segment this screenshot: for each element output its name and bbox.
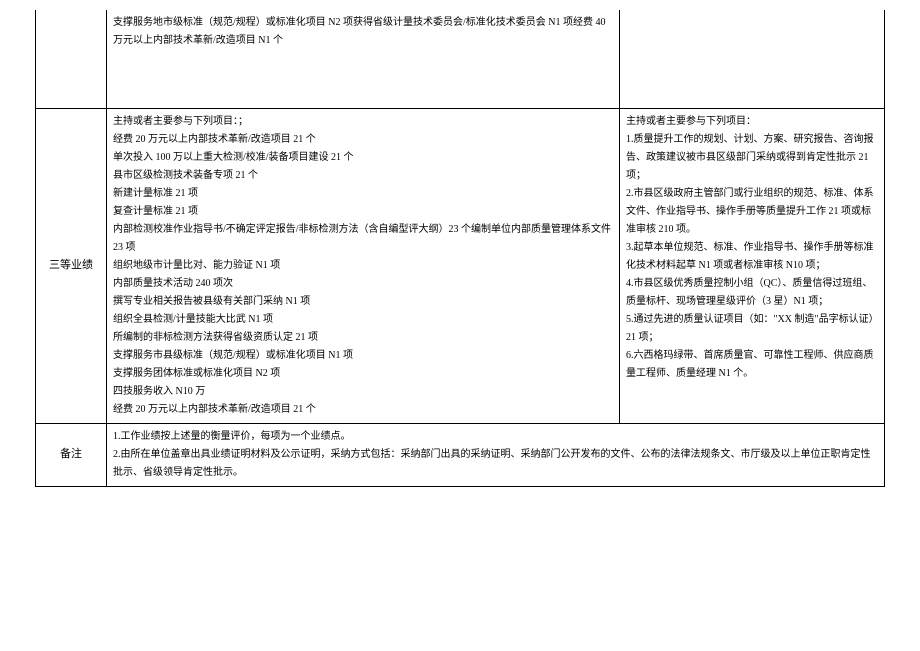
right-line-1: 1.质量提升工作的规划、计划、方案、研究报告、咨询报告、政策建议被市县区级部门采… [626, 131, 878, 185]
row-remarks: 备注 1.工作业绩按上述量的衡量评价，每项为一个业绩点。 2.由所在单位盖章出具… [36, 424, 885, 487]
mid-line-7: 组织地级市计量比对、能力验证 N1 项 [113, 257, 613, 275]
remarks-line-0: 1.工作业绩按上述量的衡量评价，每项为一个业绩点。 [113, 428, 878, 446]
row-top-mid-cell: 支撑服务地市级标准（规范/规程）或标准化项目 N2 项获得省级计量技术委员会/标… [107, 10, 620, 109]
right-line-6: 6.六西格玛绿带、首席质量官、可靠性工程师、供应商质量工程师、质量经理 N1 个… [626, 347, 878, 383]
mid-line-5: 复查计量标准 21 项 [113, 203, 613, 221]
mid-line-10: 组织全县检测/计量技能大比武 N1 项 [113, 311, 613, 329]
mid-line-9: 撰写专业相关报告被县级有关部门采纳 N1 项 [113, 293, 613, 311]
row-third-grade: 三等业绩 主持或者主要参与下列项目：； 经费 20 万元以上内部技术革新/改造项… [36, 109, 885, 424]
mid-line-3: 县市区级检测技术装备专项 21 个 [113, 167, 613, 185]
right-line-2: 2.市县区级政府主管部门或行业组织的规范、标准、体系文件、作业指导书、操作手册等… [626, 185, 878, 239]
row-top: 支撑服务地市级标准（规范/规程）或标准化项目 N2 项获得省级计量技术委员会/标… [36, 10, 885, 109]
mid-line-0: 主持或者主要参与下列项目：； [113, 113, 613, 131]
third-grade-mid-cell: 主持或者主要参与下列项目：； 经费 20 万元以上内部技术革新/改造项目 21 … [107, 109, 620, 424]
main-table: 支撑服务地市级标准（规范/规程）或标准化项目 N2 项获得省级计量技术委员会/标… [35, 10, 885, 487]
remarks-label: 备注 [36, 424, 107, 487]
remarks-content-cell: 1.工作业绩按上述量的衡量评价，每项为一个业绩点。 2.由所在单位盖章出具业绩证… [107, 424, 885, 487]
right-line-4: 4.市县区级优秀质量控制小组（QC）、质量信得过班组、质量标杆、现场管理星级评价… [626, 275, 878, 311]
right-line-5: 5.通过先进的质量认证项目（如："XX 制造"品字标认证）21 项； [626, 311, 878, 347]
mid-line-13: 支撑服务团体标准或标准化项目 N2 项 [113, 365, 613, 383]
third-grade-right-cell: 主持或者主要参与下列项目： 1.质量提升工作的规划、计划、方案、研究报告、咨询报… [620, 109, 885, 424]
mid-line-15: 经费 20 万元以上内部技术革新/改造项目 21 个 [113, 401, 613, 419]
row-top-mid-text: 支撑服务地市级标准（规范/规程）或标准化项目 N2 项获得省级计量技术委员会/标… [113, 14, 613, 50]
right-line-3: 3.起草本单位规范、标准、作业指导书、操作手册等标准化技术材料起草 N1 项或者… [626, 239, 878, 275]
third-grade-label: 三等业绩 [36, 109, 107, 424]
mid-line-14: 四技服务收入 N10 万 [113, 383, 613, 401]
remarks-line-1: 2.由所在单位盖章出具业绩证明材料及公示证明，采纳方式包括：采纳部门出具的采纳证… [113, 446, 878, 482]
mid-line-8: 内部质量技术活动 240 项次 [113, 275, 613, 293]
mid-line-11: 所编制的非标检测方法获得省级资质认定 21 项 [113, 329, 613, 347]
mid-line-2: 单次投入 100 万以上重大检测/校准/装备项目建设 21 个 [113, 149, 613, 167]
mid-line-4: 新建计量标准 21 项 [113, 185, 613, 203]
right-line-0: 主持或者主要参与下列项目： [626, 113, 878, 131]
row-top-right-cell [620, 10, 885, 109]
mid-line-1: 经费 20 万元以上内部技术革新/改造项目 21 个 [113, 131, 613, 149]
mid-line-6: 内部检测校准作业指导书/不确定评定报告/非标检测方法（含自编型评大纲）23 个编… [113, 221, 613, 257]
document-page: 支撑服务地市级标准（规范/规程）或标准化项目 N2 项获得省级计量技术委员会/标… [0, 0, 920, 651]
mid-line-12: 支撑服务市县级标准（规范/规程）或标准化项目 N1 项 [113, 347, 613, 365]
row-top-label-cell [36, 10, 107, 109]
